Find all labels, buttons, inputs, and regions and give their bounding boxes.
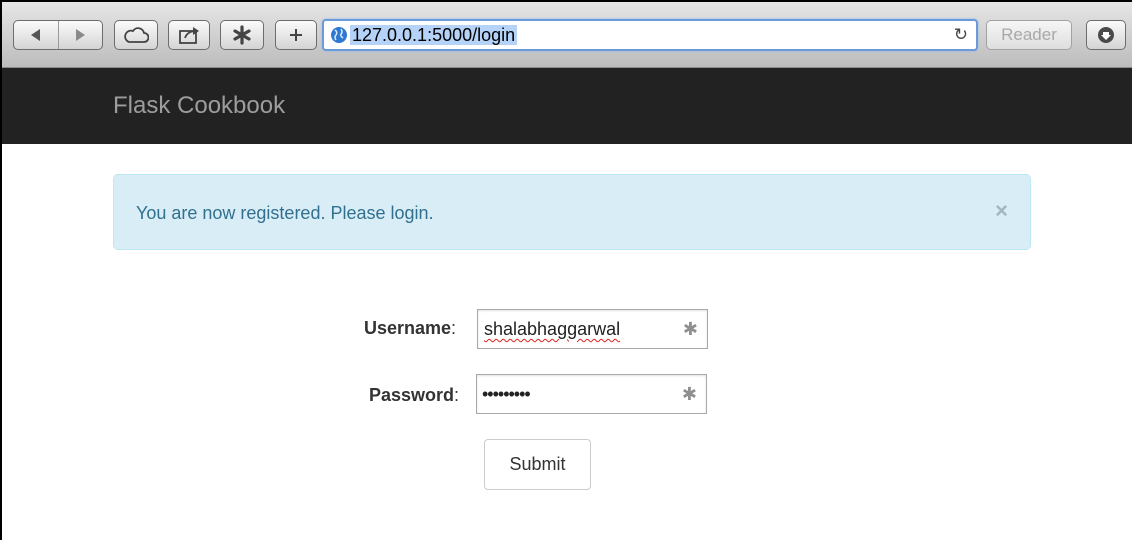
submit-button[interactable]: Submit [484, 439, 591, 490]
snippet-button[interactable] [220, 20, 264, 50]
flash-alert: You are now registered. Please login. × [113, 174, 1031, 250]
reader-button[interactable]: Reader [986, 20, 1072, 50]
forward-button[interactable] [58, 21, 102, 49]
username-label: Username: [364, 318, 457, 338]
browser-toolbar: 127.0.0.1:5000/login ↻ Reader [2, 2, 1132, 68]
brand-link[interactable]: Flask Cookbook [113, 91, 285, 121]
globe-icon [331, 27, 347, 43]
icloud-tabs-button[interactable] [114, 20, 158, 50]
forward-arrow-icon [76, 29, 86, 41]
alert-message: You are now registered. Please login. [136, 203, 434, 223]
site-navbar: Flask Cookbook [2, 68, 1132, 144]
password-label: Password: [369, 385, 460, 405]
nav-button-group [13, 20, 103, 50]
keychain-icon[interactable]: ✱ [682, 384, 697, 404]
username-label-text: Username [364, 318, 452, 338]
password-field[interactable]: ••••••••• ✱ [476, 374, 707, 414]
username-field[interactable]: shalabhaggarwal ✱ [477, 309, 708, 349]
share-icon [179, 27, 199, 44]
reload-icon[interactable]: ↻ [954, 25, 968, 45]
address-bar[interactable]: 127.0.0.1:5000/login ↻ [322, 19, 978, 51]
password-label-text: Password [369, 385, 455, 405]
url-text[interactable]: 127.0.0.1:5000/login [350, 25, 518, 45]
username-value: shalabhaggarwal [484, 319, 621, 339]
password-value: ••••••••• [482, 384, 531, 404]
cloud-icon [124, 27, 149, 43]
new-tab-button[interactable] [275, 20, 317, 50]
asterisk-icon [233, 25, 251, 45]
alert-close-button[interactable]: × [995, 200, 1008, 222]
back-arrow-icon [30, 29, 40, 41]
download-icon [1098, 27, 1114, 43]
back-button[interactable] [14, 21, 58, 49]
downloads-button[interactable] [1086, 20, 1126, 50]
share-button[interactable] [168, 20, 210, 50]
plus-icon [290, 29, 302, 41]
keychain-icon[interactable]: ✱ [683, 319, 698, 339]
